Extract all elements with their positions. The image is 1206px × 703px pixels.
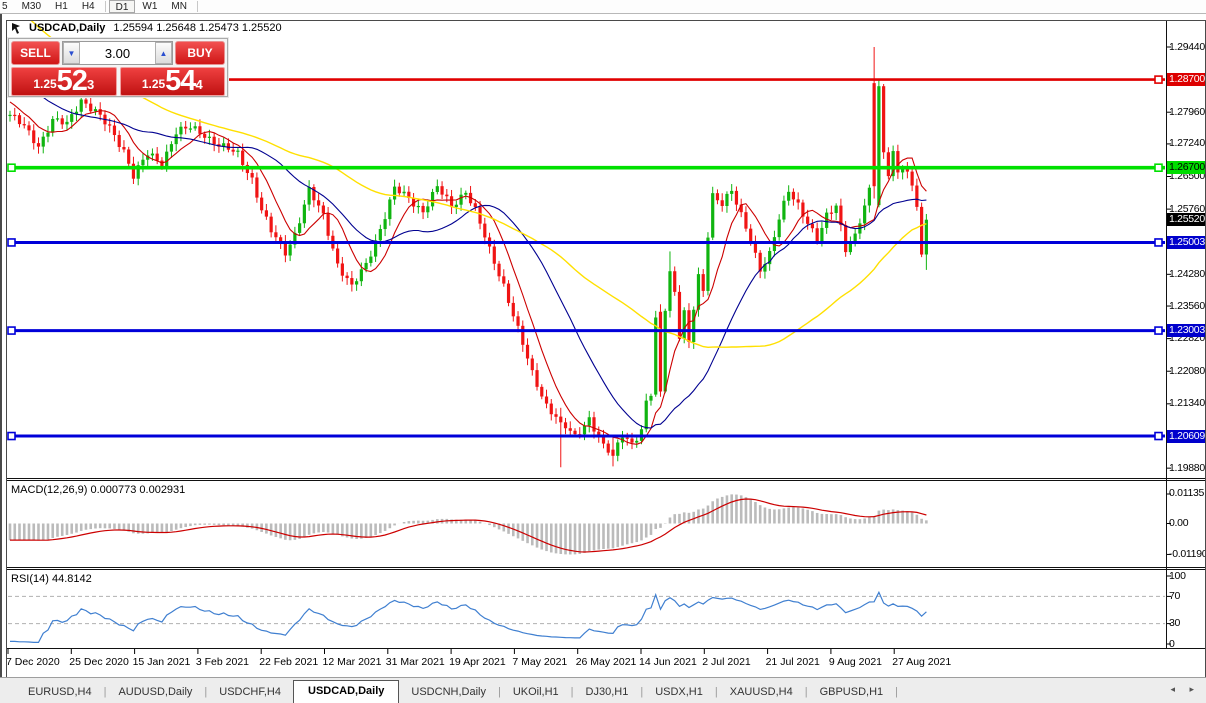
timeframe-toolbar: 5 M30 H1 H4 D1 W1 MN — [0, 0, 1206, 14]
sell-button[interactable]: SELL — [11, 41, 60, 65]
date-axis-label: 3 Feb 2021 — [195, 656, 250, 668]
pane-splitter[interactable] — [7, 569, 1206, 570]
tab-audusd-daily[interactable]: AUDUSD,Daily — [106, 683, 204, 703]
date-axis-label: 21 Jul 2021 — [765, 656, 820, 668]
chart-window-top-border — [6, 20, 1206, 21]
tab-dj30-h1[interactable]: DJ30,H1 — [574, 683, 641, 703]
timeframe-button-W1[interactable]: W1 — [135, 0, 164, 13]
price-level-label: 1.25520 — [1167, 213, 1206, 227]
window-left-edge — [0, 14, 2, 703]
date-axis-label: 22 Feb 2021 — [259, 656, 319, 668]
price-level-label: 1.25003 — [1167, 235, 1206, 249]
timeframe-button-H4[interactable]: H4 — [75, 0, 102, 13]
tab-usdx-h1[interactable]: USDX,H1 — [643, 683, 715, 703]
date-axis-label: 14 Jun 2021 — [639, 656, 697, 668]
rsi-axis-label: 30 — [1169, 617, 1181, 630]
date-axis-label: 19 Apr 2021 — [449, 656, 506, 668]
tab-eurusd-h4[interactable]: EURUSD,H4 — [16, 683, 104, 703]
pane-splitter[interactable] — [7, 478, 1206, 479]
macd-axis-label: 0.01135 — [1169, 487, 1205, 500]
buy-price-panel[interactable]: 1.25 54 4 — [119, 65, 225, 97]
tab-usdcnh-daily[interactable]: USDCNH,Daily — [399, 683, 498, 703]
chart-title-row: USDCAD,Daily 1.25594 1.25648 1.25473 1.2… — [12, 22, 282, 34]
volume-decrease-arrow-icon[interactable]: ▼ — [63, 42, 80, 64]
pane-splitter[interactable] — [7, 567, 1206, 568]
pane-splitter[interactable] — [7, 480, 1206, 481]
volume-increase-arrow-icon[interactable]: ▲ — [155, 42, 172, 64]
rsi-indicator-label: RSI(14) 44.8142 — [11, 573, 92, 585]
price-level-label: 1.26700 — [1167, 161, 1206, 175]
timeframe-button-MN[interactable]: MN — [164, 0, 194, 13]
macd-indicator-label: MACD(12,26,9) 0.000773 0.002931 — [11, 484, 186, 496]
timeframe-button-5[interactable]: 5 — [0, 0, 15, 13]
tab-xauusd-h4[interactable]: XAUUSD,H4 — [718, 683, 805, 703]
sell-price-pips: 52 — [56, 65, 88, 97]
tab-usdcad-daily[interactable]: USDCAD,Daily — [293, 680, 400, 703]
macd-axis-label: -0.01190 — [1169, 547, 1206, 560]
tab-usdchf-h4[interactable]: USDCHF,H4 — [207, 683, 293, 703]
tab-separator: | — [895, 686, 898, 698]
macd-axis-label: 0.00 — [1169, 517, 1189, 529]
chart-title-ohlc: 1.25594 1.25648 1.25473 1.25520 — [113, 22, 282, 34]
date-axis-label: 12 Mar 2021 — [322, 656, 382, 668]
volume-input[interactable]: 3.00 — [80, 42, 155, 64]
rsi-pane[interactable] — [7, 570, 1206, 648]
date-axis-label: 7 May 2021 — [512, 656, 568, 668]
price-axis-tick-label: 1.29440 — [1169, 40, 1205, 53]
price-level-label: 1.23003 — [1167, 324, 1206, 338]
timeframe-button-M30[interactable]: M30 — [15, 0, 48, 13]
price-axis-tick-label: 1.27240 — [1169, 137, 1205, 150]
price-axis-tick-label: 1.22080 — [1169, 364, 1205, 377]
date-axis-label: 7 Dec 2020 — [6, 656, 60, 668]
price-axis-tick-label: 1.19880 — [1169, 461, 1205, 474]
date-axis-label: 27 Aug 2021 — [892, 656, 952, 668]
tab-scroll-arrows[interactable]: ◂ ▸ — [1170, 684, 1200, 695]
date-axis-label: 15 Jan 2021 — [132, 656, 191, 668]
price-level-label: 1.28700 — [1167, 73, 1206, 87]
date-axis-label: 31 Mar 2021 — [385, 656, 445, 668]
one-click-trading-widget: SELL ▼ 3.00 ▲ BUY 1.25 52 3 1.25 54 4 — [8, 38, 228, 97]
timeframe-button-D1[interactable]: D1 — [108, 0, 136, 13]
toolbar-separator — [196, 1, 198, 12]
sell-price-point: 3 — [86, 77, 95, 92]
chart-tab-bar: EURUSD,H4 | AUDUSD,Daily | USDCHF,H4 USDCAD,D… — [0, 677, 1206, 703]
buy-button[interactable]: BUY — [175, 41, 225, 65]
macd-pane[interactable] — [7, 481, 1206, 566]
rsi-axis-label: 70 — [1169, 589, 1181, 602]
date-axis-label: 25 Dec 2020 — [69, 656, 129, 668]
date-axis-label: 9 Aug 2021 — [828, 656, 883, 668]
rsi-axis-label: 100 — [1169, 569, 1186, 582]
toolbar-separator — [104, 1, 106, 12]
buy-price-point: 4 — [195, 77, 203, 92]
chart-symbol-cursor-icon — [12, 22, 20, 34]
buy-price-base: 1.25 — [141, 77, 166, 91]
price-axis-tick-label: 1.21340 — [1169, 397, 1205, 410]
chart-title-symbol: USDCAD,Daily — [29, 22, 106, 34]
tab-gbpusd-h1[interactable]: GBPUSD,H1 — [808, 683, 896, 703]
sell-price-panel[interactable]: 1.25 52 3 — [11, 67, 117, 96]
date-axis-label: 26 May 2021 — [575, 656, 637, 668]
date-axis-label: 2 Jul 2021 — [702, 656, 751, 668]
tab-ukoil-h1[interactable]: UKOil,H1 — [501, 683, 571, 703]
date-axis-top-border — [7, 648, 1206, 649]
price-axis-tick-label: 1.27960 — [1169, 105, 1205, 118]
price-axis-tick-label: 1.23560 — [1169, 299, 1205, 312]
timeframe-button-H1[interactable]: H1 — [48, 0, 75, 13]
sell-price-base: 1.25 — [33, 77, 57, 91]
chart-window-left-border — [6, 20, 7, 677]
price-axis-tick-label: 1.24280 — [1169, 267, 1205, 280]
buy-price-pips: 54 — [165, 65, 196, 97]
price-level-label: 1.20609 — [1167, 429, 1206, 443]
volume-stepper: ▼ 3.00 ▲ — [62, 41, 173, 65]
